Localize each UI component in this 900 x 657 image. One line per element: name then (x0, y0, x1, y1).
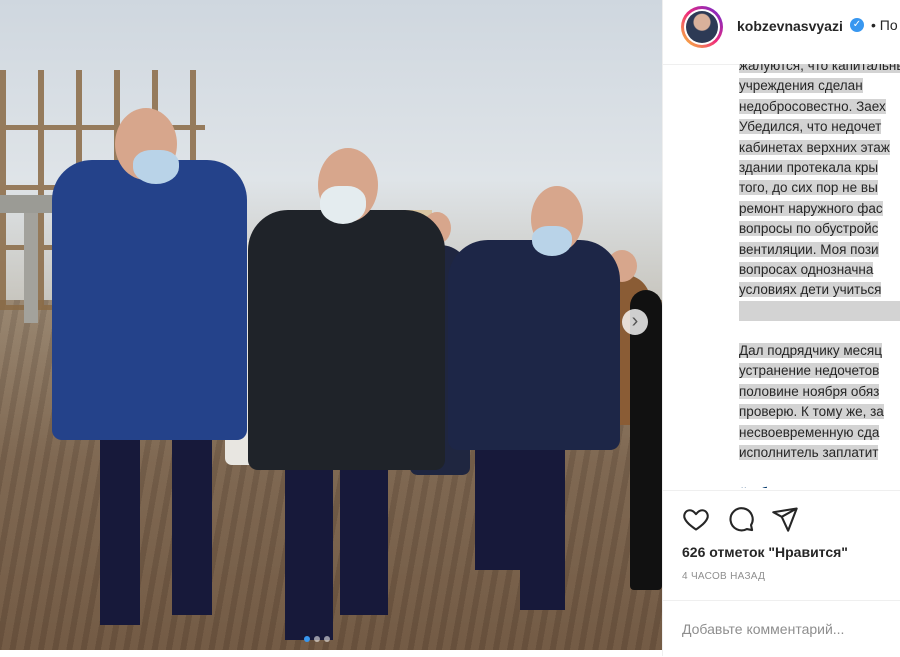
caption-line: кабинетах верхних этаж (739, 138, 900, 158)
caption-line-text: кабинетах верхних этаж (739, 139, 890, 155)
caption-line: несвоевременную сда (739, 423, 900, 443)
caption-line: здании протекала кры (739, 158, 900, 178)
caption-line: вопросах однозначна (739, 260, 900, 280)
post-actions: 626 отметок "Нравится" 4 ЧАСОВ НАЗАД (663, 490, 900, 601)
caption-line-text: жалуются, что капитальный (739, 64, 900, 73)
avatar[interactable] (681, 6, 723, 48)
caption-line-text: ремонт наружного фас (739, 200, 883, 216)
photo-leg (285, 455, 333, 640)
caption-line-text: недобросовестно. Заех (739, 98, 886, 114)
verified-badge-icon: ✓ (850, 18, 864, 32)
carousel-next-button[interactable]: › (622, 309, 648, 335)
photo-person-left (52, 160, 247, 440)
caption-line: того, до сих пор не вы (739, 178, 900, 198)
avatar-image (686, 11, 718, 43)
caption-line: устранение недочетов (739, 361, 900, 381)
photo-pillar (24, 213, 38, 323)
photo-mask (133, 150, 179, 184)
carousel-dots (304, 636, 330, 642)
photo-mask (532, 226, 572, 256)
share-icon[interactable] (771, 505, 799, 533)
carousel-dot[interactable] (304, 636, 310, 642)
carousel-dot[interactable] (324, 636, 330, 642)
heart-icon[interactable] (682, 505, 710, 533)
caption-line: учреждения сделан (739, 76, 900, 96)
caption-line: жалуются, что капитальный (739, 64, 900, 76)
caption-line: проверю. К тому же, за (739, 402, 900, 422)
caption-line-text: вопросы по обустройс (739, 221, 879, 237)
caption-line-text: вопросах однозначна (739, 262, 874, 278)
photo-person (630, 290, 662, 590)
comment-icon[interactable] (727, 505, 755, 533)
post-side-panel: kobzevnasvyazi ✓ • По жалуются, что капи… (662, 0, 900, 656)
caption-line-text: того, до сих пор не вы (739, 180, 878, 196)
photo-mask (320, 186, 366, 224)
post-caption: жалуются, что капитальный учреждения сдел… (663, 64, 900, 488)
caption-line-text: Убедился, что недочет (739, 119, 882, 135)
caption-line-text: проверю. К тому же, за (739, 404, 884, 420)
caption-line-text: несвоевременную сда (739, 424, 880, 440)
post-photo[interactable]: › (0, 0, 662, 650)
photo-leg (172, 430, 212, 615)
follow-button[interactable]: • По (871, 17, 898, 33)
caption-line: исполнитель заплатит (739, 443, 900, 463)
caption-line: Дал подрядчику месяц (739, 341, 900, 361)
post-header: kobzevnasvyazi ✓ • По (663, 0, 900, 65)
photo-person-center (248, 210, 445, 470)
comment-box (663, 600, 900, 657)
caption-line-text: устранение недочетов (739, 363, 880, 379)
photo-leg (475, 430, 520, 570)
caption-blank-line (739, 300, 900, 321)
caption-line: вентиляции. Моя пози (739, 240, 900, 260)
username-link[interactable]: kobzevnasvyazi (737, 18, 843, 34)
photo-leg (100, 430, 140, 625)
comment-input[interactable] (682, 621, 892, 637)
caption-line-text: здании протекала кры (739, 160, 879, 176)
photo-leg (340, 455, 388, 615)
caption-line: вопросы по обустройс (739, 219, 900, 239)
caption-text: жалуются, что капитальный учреждения сдел… (739, 64, 900, 488)
photo-person-right (448, 240, 620, 450)
caption-line: половине ноября обяз (739, 382, 900, 402)
post-timestamp[interactable]: 4 ЧАСОВ НАЗАД (682, 571, 765, 582)
caption-line: ремонт наружного фас (739, 199, 900, 219)
caption-line-text: условиях дети учиться (739, 282, 882, 298)
caption-line: недобросовестно. Заех (739, 97, 900, 117)
likes-count[interactable]: 626 отметок "Нравится" (682, 544, 848, 560)
caption-line: Убедился, что недочет (739, 117, 900, 137)
caption-line-text: учреждения сделан (739, 78, 863, 94)
caption-line: условиях дети учиться (739, 280, 900, 300)
caption-line-text: вентиляции. Моя пози (739, 241, 879, 257)
hashtag-link[interactable]: #кобзевнасвязи (739, 483, 900, 488)
caption-line-text: половине ноября обяз (739, 383, 880, 399)
caption-line-text: исполнитель заплатит (739, 444, 879, 460)
caption-line-text: Дал подрядчику месяц (739, 342, 882, 358)
photo-leg (520, 430, 565, 610)
carousel-dot[interactable] (314, 636, 320, 642)
